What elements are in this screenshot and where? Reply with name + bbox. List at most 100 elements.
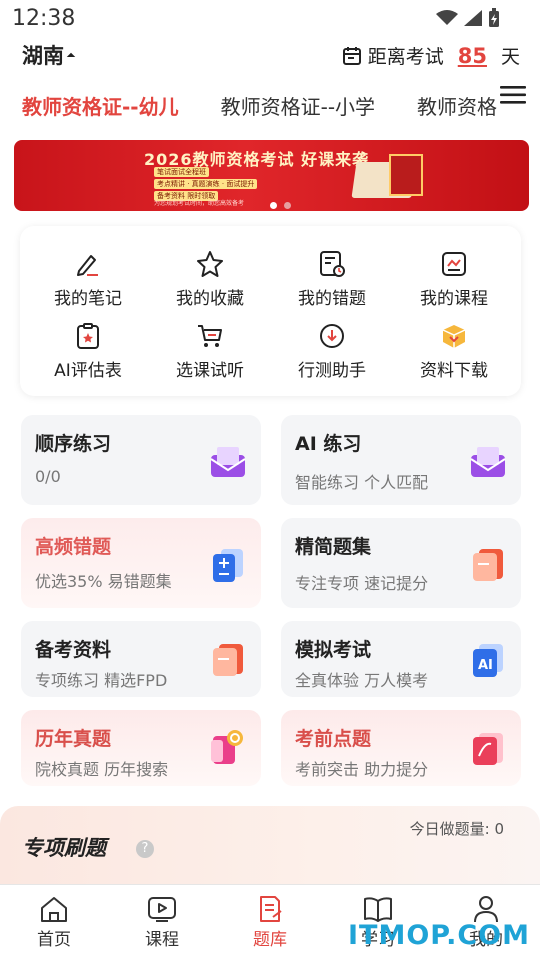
quick-menu: 我的笔记 我的收藏 我的错题 我的课程 AI评估表 选课试听 行测助手 资料下载	[20, 226, 521, 396]
menu-icon[interactable]	[500, 85, 526, 105]
home-icon	[41, 897, 67, 922]
nav-home[interactable]: 首页	[0, 885, 108, 961]
card-subtitle: 考前突击 助力提分	[295, 760, 429, 779]
quick-item-label: 资料下载	[420, 361, 488, 381]
nav-courses[interactable]: 课程	[108, 885, 216, 961]
quick-item-label: AI评估表	[54, 361, 122, 381]
star-icon	[197, 251, 223, 277]
carousel-dot[interactable]	[270, 202, 277, 209]
quick-item-ai-eval[interactable]: AI评估表	[27, 322, 149, 381]
banner-tag: 笔试面试全程班	[154, 167, 209, 177]
book-icon	[389, 154, 423, 196]
nav-label: 首页	[37, 930, 71, 950]
card-title: 备考资料	[35, 639, 112, 661]
open-book-icon	[364, 897, 392, 922]
card-subtitle: 院校真题 历年搜索	[35, 760, 169, 779]
carousel-indicator	[270, 202, 291, 209]
cart-icon	[198, 325, 222, 347]
quick-item-wrong[interactable]: 我的错题	[271, 250, 393, 309]
wrong-question-icon	[320, 251, 345, 277]
quick-item-label: 我的收藏	[176, 289, 244, 309]
quick-item-label: 我的课程	[420, 289, 488, 309]
countdown-label: 距离考试	[367, 46, 444, 68]
quick-item-favorites[interactable]: 我的收藏	[149, 250, 271, 309]
site-watermark: ITMOP.COM	[347, 920, 530, 951]
nav-label: 题库	[253, 930, 287, 950]
exam-tabs: 教师资格证--幼儿 教师资格证--小学 教师资格	[0, 82, 500, 128]
quick-item-label: 我的笔记	[54, 289, 122, 309]
card-title: 考前点题	[295, 728, 372, 750]
envelope-icon	[470, 447, 506, 477]
quick-item-label: 行测助手	[298, 361, 366, 381]
nav-question-bank[interactable]: 题库	[216, 885, 324, 961]
clipboard-star-icon	[77, 323, 99, 349]
battery-icon	[489, 8, 499, 27]
quick-item-label: 我的错题	[298, 289, 366, 309]
caret-down-icon	[66, 52, 76, 62]
quick-item-label: 选课试听	[176, 361, 244, 381]
banner-tag: 考点精讲 · 真题演练 · 面试提升	[154, 179, 258, 189]
course-icon	[442, 252, 466, 276]
tab-more[interactable]: 教师资格	[417, 91, 497, 120]
countdown-days: 85	[457, 43, 487, 68]
card-title: 高频错题	[35, 536, 112, 558]
signal-icon	[464, 10, 482, 26]
practice-card-materials[interactable]: 备考资料 专项练习 精选FPD	[21, 621, 261, 697]
ai-exam-icon: AI	[473, 644, 503, 677]
calendar-icon	[342, 46, 361, 65]
card-subtitle: 专项练习 精选FPD	[35, 671, 168, 690]
help-icon[interactable]: ?	[136, 840, 154, 858]
quick-item-assistant[interactable]: 行测助手	[271, 322, 393, 381]
svg-text:AI: AI	[478, 658, 493, 673]
nav-label: 课程	[145, 930, 179, 950]
card-title: 历年真题	[35, 728, 112, 750]
note-pen-icon	[77, 255, 98, 276]
carousel-dot[interactable]	[284, 202, 291, 209]
search-paper-icon	[211, 730, 243, 764]
practice-card-past-papers[interactable]: 历年真题 院校真题 历年搜索	[21, 710, 261, 786]
card-title: 精简题集	[295, 536, 372, 558]
card-subtitle: 0/0	[35, 467, 61, 486]
status-icons	[436, 8, 500, 28]
envelope-icon	[210, 447, 246, 477]
section-title: 专项刷题	[22, 836, 106, 860]
folder-icon	[213, 644, 243, 676]
card-subtitle: 专注专项 速记提分	[295, 574, 429, 593]
card-title: 顺序练习	[35, 433, 112, 455]
status-time: 12:38	[12, 6, 76, 31]
folder-icon	[473, 549, 503, 581]
banner-tags: 笔试面试全程班 考点精讲 · 真题演练 · 面试提升 备考资料 限时领取	[154, 167, 258, 201]
practice-card-pre-exam[interactable]: 考前点题 考前突击 助力提分	[281, 710, 521, 786]
wifi-icon	[436, 10, 458, 25]
practice-card-ai[interactable]: AI 练习 智能练习 个人匹配	[281, 415, 521, 505]
play-course-icon	[148, 897, 176, 922]
card-subtitle: 智能练习 个人匹配	[295, 473, 429, 492]
practice-card-frequent-errors[interactable]: 高频错题 优选35% 易错题集	[21, 518, 261, 608]
user-icon	[474, 896, 498, 923]
today-question-count: 今日做题量: 0	[409, 820, 504, 838]
quick-item-courses[interactable]: 我的课程	[393, 250, 515, 309]
tab-primary[interactable]: 教师资格证--小学	[221, 91, 375, 120]
cloud-download-icon	[320, 324, 344, 348]
question-bank-icon	[260, 896, 282, 922]
card-title: 模拟考试	[295, 639, 372, 661]
exam-countdown[interactable]: 距离考试 85 天	[342, 42, 520, 69]
card-subtitle: 优选35% 易错题集	[35, 572, 172, 591]
region-label: 湖南	[22, 44, 64, 68]
box-download-icon	[442, 325, 466, 348]
practice-card-mock-exam[interactable]: 模拟考试 全真体验 万人模考 AI	[281, 621, 521, 697]
calculator-icon	[213, 549, 243, 582]
book-icon	[473, 733, 503, 765]
countdown-unit: 天	[500, 46, 520, 68]
card-title: AI 练习	[295, 433, 362, 455]
promo-banner[interactable]: 2026教师资格考试 好课来袭 笔试面试全程班 考点精讲 · 真题演练 · 面试…	[14, 140, 529, 211]
quick-item-notes[interactable]: 我的笔记	[27, 250, 149, 309]
card-subtitle: 全真体验 万人模考	[295, 671, 429, 690]
banner-note: 为您规划考试时间，助您高效备考	[154, 200, 245, 207]
practice-card-sequence[interactable]: 顺序练习 0/0	[21, 415, 261, 505]
tab-kindergarten[interactable]: 教师资格证--幼儿	[22, 91, 179, 120]
quick-item-download[interactable]: 资料下载	[393, 322, 515, 381]
region-selector[interactable]: 湖南	[22, 40, 76, 70]
quick-item-trial[interactable]: 选课试听	[149, 322, 271, 381]
practice-card-simplified[interactable]: 精简题集 专注专项 速记提分	[281, 518, 521, 608]
